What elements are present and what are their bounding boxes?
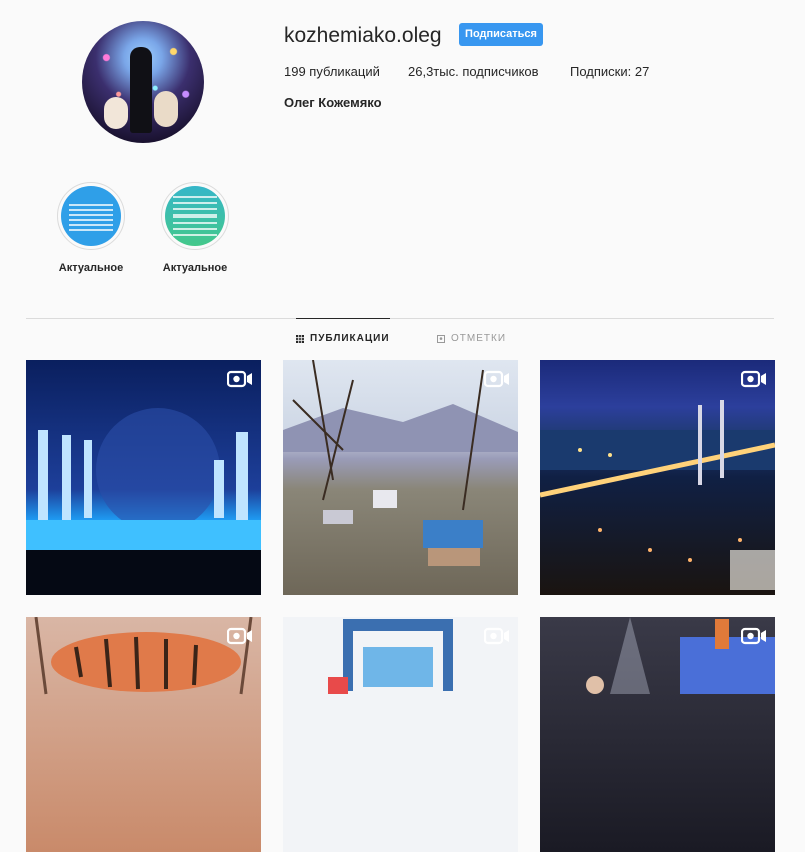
highlight-label: Актуальное — [162, 262, 228, 274]
highlight-cover — [61, 186, 121, 246]
profile-username: kozhemiako.oleg — [284, 24, 442, 47]
post-thumbnail[interactable] — [26, 360, 261, 595]
post-image — [540, 400, 775, 590]
video-icon — [227, 370, 252, 388]
highlight-ring — [161, 182, 229, 250]
post-thumbnail[interactable] — [283, 360, 518, 595]
profile-full-name: Олег Кожемяко — [284, 95, 382, 110]
video-icon — [741, 627, 766, 645]
post-image — [283, 360, 518, 566]
video-icon — [227, 627, 252, 645]
follow-button[interactable]: Подписаться — [459, 23, 543, 46]
tabs-divider — [26, 318, 774, 319]
story-highlight[interactable]: Актуальное — [56, 182, 126, 275]
video-icon — [484, 627, 509, 645]
story-highlight[interactable]: Актуальное — [160, 182, 230, 275]
avatar-dog — [154, 91, 178, 127]
highlight-cover — [165, 186, 225, 246]
highlight-ring — [57, 182, 125, 250]
followers-link[interactable]: 26,3тыс. подписчиков — [408, 64, 539, 80]
highlight-label: Актуальное — [58, 262, 124, 274]
following-link[interactable]: Подписки: 27 — [570, 64, 649, 80]
avatar-dog — [104, 97, 128, 129]
avatar-person — [130, 47, 152, 133]
post-image — [586, 617, 775, 694]
video-icon — [741, 370, 766, 388]
tab-tagged-label: ОТМЕТКИ — [451, 333, 507, 344]
tag-icon — [437, 335, 445, 343]
video-icon — [484, 370, 509, 388]
tab-posts[interactable]: ПУБЛИКАЦИИ — [296, 318, 390, 345]
grid-icon — [296, 335, 304, 343]
post-image — [26, 408, 261, 595]
post-thumbnail[interactable] — [283, 617, 518, 852]
tab-posts-label: ПУБЛИКАЦИИ — [310, 333, 390, 344]
post-thumbnail[interactable] — [540, 360, 775, 595]
posts-count: 199 публикаций — [284, 64, 380, 79]
tab-tagged[interactable]: ОТМЕТКИ — [437, 333, 506, 345]
profile-avatar[interactable] — [82, 21, 204, 143]
post-thumbnail[interactable] — [540, 617, 775, 852]
post-thumbnail[interactable] — [26, 617, 261, 852]
post-image — [328, 619, 453, 694]
post-image — [34, 617, 253, 695]
